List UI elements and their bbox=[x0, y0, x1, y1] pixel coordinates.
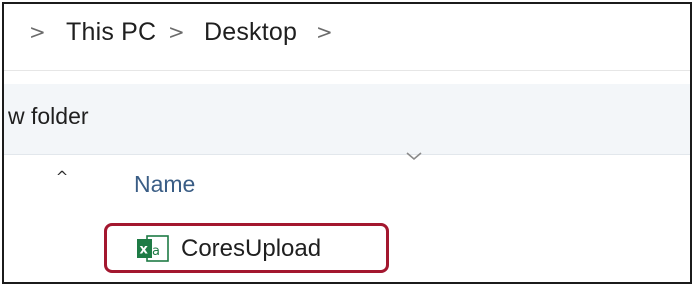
column-header-name[interactable]: Name bbox=[134, 171, 195, 198]
svg-text:x: x bbox=[140, 243, 149, 258]
breadcrumb-item-desktop[interactable]: Desktop bbox=[204, 18, 297, 47]
sort-chevron-down-icon[interactable] bbox=[404, 149, 424, 165]
new-folder-button[interactable]: w folder bbox=[8, 103, 89, 130]
breadcrumb-chevron-icon[interactable]: > bbox=[316, 20, 333, 44]
excel-csv-file-icon: a x bbox=[137, 235, 169, 262]
file-name[interactable]: CoresUpload bbox=[181, 235, 321, 263]
breadcrumb-chevron-icon[interactable]: > bbox=[29, 20, 46, 44]
address-bar[interactable]: > This PC > Desktop > bbox=[4, 4, 690, 71]
breadcrumb-chevron-icon[interactable]: > bbox=[168, 20, 185, 44]
scroll-up-arrow-icon[interactable]: ^ bbox=[48, 165, 76, 189]
file-list: ^ Name a x CoresUpload bbox=[4, 152, 690, 282]
command-bar: w folder bbox=[4, 84, 690, 155]
svg-text:a: a bbox=[152, 244, 160, 259]
file-explorer-window: > This PC > Desktop > w folder ^ Name a … bbox=[2, 2, 692, 284]
file-row-coresupload[interactable]: a x CoresUpload bbox=[104, 223, 389, 273]
breadcrumb-item-this-pc[interactable]: This PC bbox=[66, 18, 156, 47]
